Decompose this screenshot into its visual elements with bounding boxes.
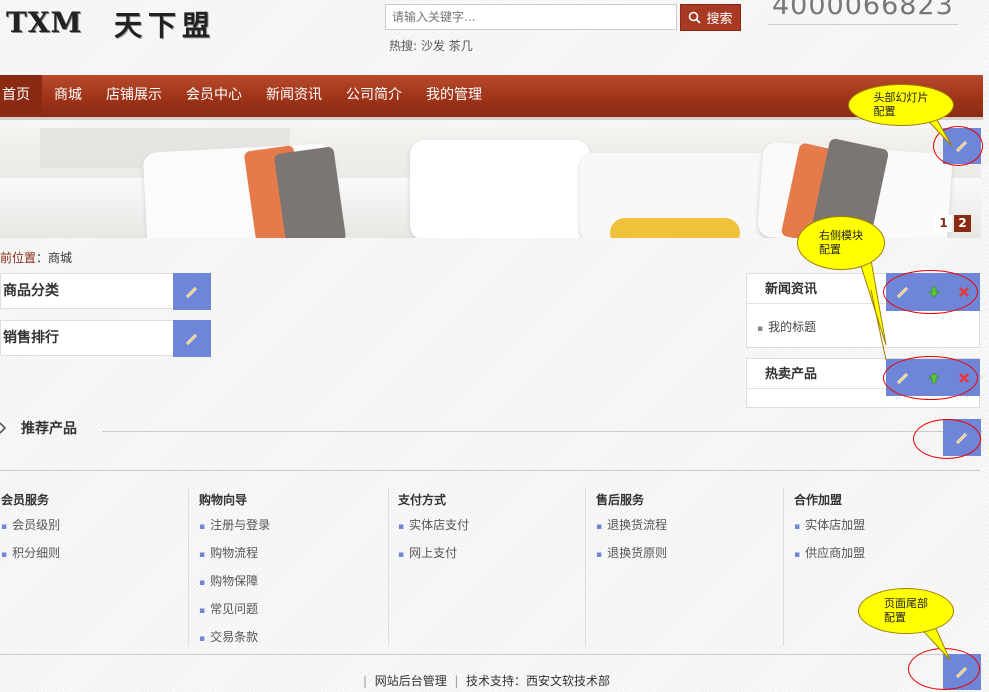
nav-item-about[interactable]: 公司简介 bbox=[334, 75, 414, 115]
callout-line: 头部幻灯片 bbox=[873, 91, 929, 104]
footer-link[interactable]: 会员级别 bbox=[1, 518, 191, 546]
footer-link[interactable]: 购物保障 bbox=[199, 574, 389, 602]
footer-column-guide: 购物向导 注册与登录 购物流程 购物保障 常见问题 交易条款 bbox=[199, 491, 389, 658]
footer-top-divider bbox=[0, 470, 980, 471]
pencil-icon bbox=[185, 286, 198, 298]
nav-item-news[interactable]: 新闻资讯 bbox=[254, 75, 334, 115]
footer-link[interactable]: 网上支付 bbox=[398, 546, 588, 574]
highlight-ring bbox=[883, 270, 978, 314]
admin-link[interactable]: 网站后台管理 bbox=[375, 674, 447, 688]
footer-column-title: 合作加盟 bbox=[794, 493, 843, 507]
nav-item-home[interactable]: 首页 bbox=[0, 75, 42, 115]
footer-column-title: 支付方式 bbox=[398, 493, 447, 507]
footer-column-title: 售后服务 bbox=[596, 493, 645, 507]
hot-search-item[interactable]: 沙发 bbox=[421, 39, 445, 53]
callout-line: 页面尾部 bbox=[884, 597, 928, 610]
footer-column-title: 购物向导 bbox=[199, 493, 248, 507]
slider-page-1[interactable]: 1 bbox=[935, 215, 952, 232]
highlight-ring bbox=[883, 356, 978, 400]
footer-column-aftersales: 售后服务 退换货流程 退换货原则 bbox=[596, 491, 786, 574]
callout-line: 配置 bbox=[819, 243, 841, 256]
tech-support-text: 技术支持：西安文软技术部 bbox=[466, 674, 611, 688]
sales-ranking-module: 销售排行 bbox=[0, 320, 174, 356]
recommended-divider bbox=[102, 431, 982, 432]
breadcrumb-label: 前位置 bbox=[0, 251, 37, 265]
site-logo[interactable]: TXM 天下盟 bbox=[6, 4, 236, 44]
phone-underline bbox=[768, 24, 958, 25]
pencil-icon bbox=[185, 333, 198, 345]
search-icon bbox=[689, 11, 702, 24]
breadcrumb-current[interactable]: 商城 bbox=[48, 251, 72, 265]
footer-column-franchise: 合作加盟 实体店加盟 供应商加盟 bbox=[794, 491, 984, 574]
hot-search-item[interactable]: 茶几 bbox=[449, 39, 473, 53]
main-nav: 首页 商城 店铺展示 会员中心 新闻资讯 公司简介 我的管理 bbox=[0, 75, 983, 120]
footer-config-callout: 页面尾部 配置 bbox=[858, 588, 954, 634]
footer-column-divider bbox=[188, 488, 189, 646]
slider-pagination: 1 2 bbox=[935, 215, 971, 232]
footer-link[interactable]: 积分细则 bbox=[1, 546, 191, 574]
sales-ranking-edit-button[interactable] bbox=[173, 320, 211, 357]
footer-column-divider bbox=[585, 488, 586, 646]
news-item-title: 我的标题 bbox=[768, 320, 817, 334]
category-edit-button[interactable] bbox=[173, 273, 211, 310]
footer-link[interactable]: 常见问题 bbox=[199, 602, 389, 630]
module-title: 商品分类 bbox=[3, 283, 59, 299]
footer-link[interactable]: 退换货原则 bbox=[596, 546, 786, 574]
nav-item-member[interactable]: 会员中心 bbox=[174, 75, 254, 115]
callout-line: 配置 bbox=[884, 611, 906, 624]
footer-column-title: 会员服务 bbox=[1, 493, 50, 507]
footer-link[interactable]: 实体店支付 bbox=[398, 518, 588, 546]
search-button[interactable]: 搜索 bbox=[680, 4, 741, 31]
search-input[interactable] bbox=[385, 4, 677, 30]
phone-number: 4000066823 bbox=[772, 0, 954, 21]
search-button-label: 搜索 bbox=[706, 12, 733, 27]
callout-line: 右侧模块 bbox=[819, 229, 863, 242]
footer-link[interactable]: 购物流程 bbox=[199, 546, 389, 574]
footer-column-member: 会员服务 会员级别 积分细则 bbox=[1, 491, 191, 574]
nav-item-shops[interactable]: 店铺展示 bbox=[94, 75, 174, 115]
chevron-right-icon bbox=[0, 422, 7, 434]
footer-column-divider bbox=[388, 488, 389, 646]
hot-search-label: 热搜: bbox=[389, 39, 418, 53]
breadcrumb: 前位置：商城 bbox=[0, 251, 73, 265]
footer-link[interactable]: 退换货流程 bbox=[596, 518, 786, 546]
slider-page-2[interactable]: 2 bbox=[954, 215, 971, 232]
footer-column-payment: 支付方式 实体店支付 网上支付 bbox=[398, 491, 588, 574]
footer-bottom-links: | 网站后台管理 | 技术支持：西安文软技术部 bbox=[363, 674, 611, 688]
logo-latin-text: TXM bbox=[6, 6, 83, 39]
category-module: 商品分类 bbox=[0, 273, 174, 309]
bullet-icon: ▪ bbox=[757, 324, 764, 334]
callout-line: 配置 bbox=[873, 105, 896, 118]
nav-item-manage[interactable]: 我的管理 bbox=[414, 75, 494, 115]
hot-search: 热搜: 沙发 茶几 bbox=[389, 37, 473, 54]
footer-link[interactable]: 供应商加盟 bbox=[794, 546, 984, 574]
recommended-title: 推荐产品 bbox=[21, 421, 77, 437]
highlight-ring bbox=[913, 419, 981, 459]
footer-link[interactable]: 实体店加盟 bbox=[794, 518, 984, 546]
footer-link[interactable]: 注册与登录 bbox=[199, 518, 389, 546]
nav-item-mall[interactable]: 商城 bbox=[42, 75, 94, 115]
module-title: 销售排行 bbox=[3, 330, 59, 346]
right-module-config-callout: 右侧模块 配置 bbox=[797, 216, 885, 270]
logo-cjk-text: 天下盟 bbox=[114, 9, 217, 42]
footer-divider bbox=[0, 654, 980, 655]
footer-column-divider bbox=[783, 488, 784, 646]
slider-config-callout: 头部幻灯片 配置 bbox=[848, 84, 954, 126]
